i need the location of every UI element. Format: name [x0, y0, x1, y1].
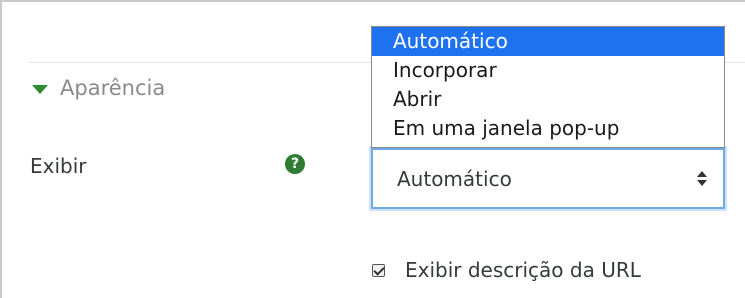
display-select-value: Automático — [397, 167, 512, 191]
dropdown-option-abrir[interactable]: Abrir — [372, 85, 724, 114]
display-select[interactable]: Automático — [371, 148, 725, 209]
dropdown-option-automatico[interactable]: Automático — [372, 27, 724, 56]
show-description-row[interactable]: Exibir descrição da URL — [372, 258, 641, 282]
display-dropdown-menu: Automático Incorporar Abrir Em uma janel… — [371, 26, 725, 148]
select-arrows-icon — [697, 170, 707, 188]
display-field-label: Exibir — [30, 154, 87, 178]
show-description-checkbox[interactable] — [372, 263, 385, 277]
show-description-label: Exibir descrição da URL — [405, 258, 641, 282]
appearance-section-toggle[interactable]: Aparência — [32, 76, 165, 100]
section-title: Aparência — [60, 76, 166, 100]
question-circle-icon[interactable]: ? — [285, 154, 305, 174]
form-panel: Aparência Exibir ? Automático Automático… — [0, 0, 745, 298]
dropdown-option-popup[interactable]: Em uma janela pop-up — [372, 114, 724, 143]
caret-down-icon — [32, 84, 48, 94]
dropdown-option-incorporar[interactable]: Incorporar — [372, 56, 724, 85]
